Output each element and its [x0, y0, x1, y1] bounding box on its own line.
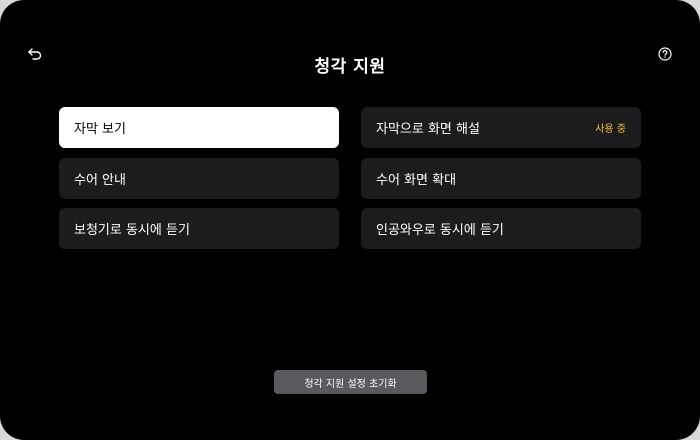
- help-icon: [658, 47, 672, 61]
- option-label: 수어 안내: [74, 173, 126, 188]
- option-label: 자막 보기: [74, 122, 126, 137]
- page-title: 청각 지원: [314, 57, 386, 77]
- option-sign-language-guide[interactable]: 수어 안내: [59, 158, 339, 199]
- help-button[interactable]: [654, 43, 676, 65]
- option-label: 자막으로 화면 해설: [376, 122, 480, 137]
- option-label: 인공와우로 동시에 듣기: [376, 223, 504, 238]
- in-use-badge: 사용 중: [595, 124, 626, 135]
- hearing-support-screen: 청각 지원 자막 보기 수어 안내 보청기로 동시에 듣기 자막으로 화면 해설…: [0, 0, 700, 440]
- option-subtitle-description[interactable]: 자막으로 화면 해설 사용 중: [361, 107, 641, 148]
- reset-settings-button[interactable]: 청각 지원 설정 초기화: [274, 370, 427, 394]
- option-subtitles[interactable]: 자막 보기: [59, 107, 339, 148]
- option-cochlear-implant-listen[interactable]: 인공와우로 동시에 듣기: [361, 208, 641, 249]
- option-label: 보청기로 동시에 듣기: [74, 223, 190, 238]
- option-sign-language-zoom[interactable]: 수어 화면 확대: [361, 158, 641, 199]
- option-label: 수어 화면 확대: [376, 173, 457, 188]
- option-hearing-aid-listen[interactable]: 보청기로 동시에 듣기: [59, 208, 339, 249]
